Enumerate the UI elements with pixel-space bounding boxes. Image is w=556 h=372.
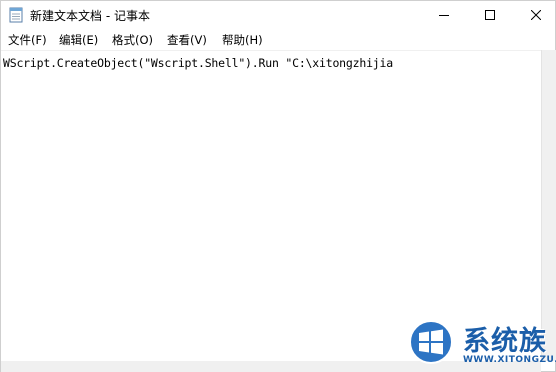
menu-format[interactable]: 格式(O) <box>112 32 153 48</box>
watermark-url: WWW.XITONGZU.COM <box>463 355 556 365</box>
windows-logo-icon <box>406 319 456 365</box>
notepad-window: 新建文本文档 - 记事本 文件(F) 编辑(E) 格式(O) 查看(V) 帮助(… <box>0 0 556 372</box>
menu-view[interactable]: 查看(V) <box>167 32 207 48</box>
maximize-button[interactable] <box>467 1 513 30</box>
window-title: 新建文本文档 - 记事本 <box>30 9 150 23</box>
menu-help[interactable]: 帮助(H) <box>222 32 263 48</box>
watermark-brand: 系统族 <box>463 326 547 357</box>
notepad-icon <box>9 7 23 23</box>
close-icon <box>531 10 541 20</box>
watermark: 系统族 WWW.XITONGZU.COM <box>406 317 556 369</box>
menu-edit[interactable]: 编辑(E) <box>59 32 98 48</box>
menu-file[interactable]: 文件(F) <box>8 32 47 48</box>
minimize-icon <box>439 15 449 16</box>
minimize-button[interactable] <box>421 1 467 30</box>
vertical-scrollbar[interactable] <box>541 50 556 361</box>
title-bar[interactable]: 新建文本文档 - 记事本 <box>1 1 555 30</box>
close-button[interactable] <box>513 1 556 30</box>
menu-bar: 文件(F) 编辑(E) 格式(O) 查看(V) 帮助(H) <box>1 30 555 49</box>
editor-text[interactable]: WScript.CreateObject("Wscript.Shell").Ru… <box>3 56 393 70</box>
maximize-icon <box>485 10 495 20</box>
text-editor-area[interactable]: WScript.CreateObject("Wscript.Shell").Ru… <box>1 50 541 362</box>
